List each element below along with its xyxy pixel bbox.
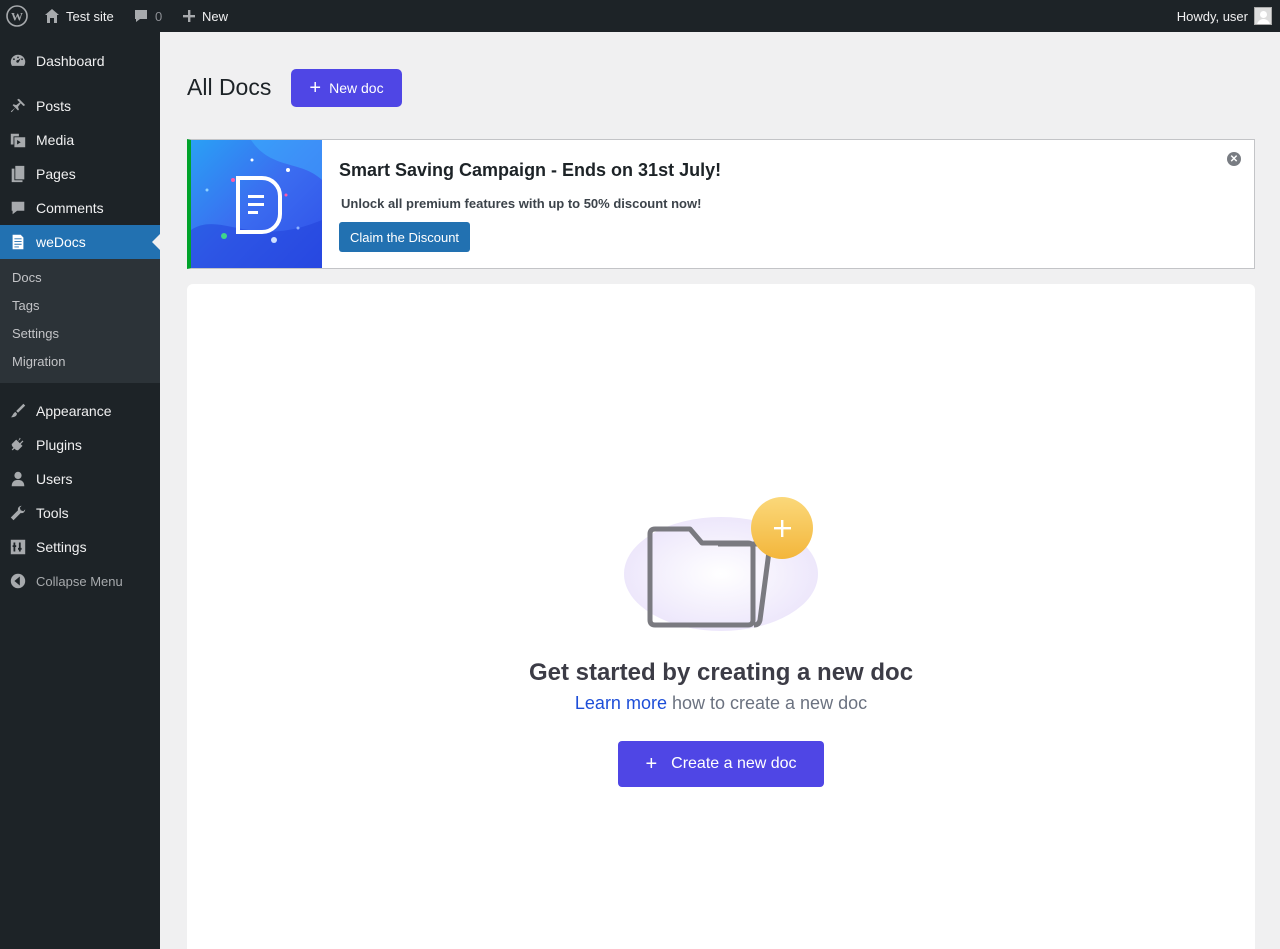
- sidebar-item-appearance[interactable]: Appearance: [0, 394, 160, 428]
- sidebar-item-wedocs[interactable]: weDocs: [0, 225, 160, 259]
- submenu-item-settings[interactable]: Settings: [12, 326, 59, 341]
- sidebar-item-label: Posts: [36, 98, 72, 114]
- wrench-icon: [0, 504, 36, 522]
- sidebar-item-media[interactable]: Media: [0, 123, 160, 157]
- submenu-item-tags[interactable]: Tags: [12, 298, 39, 313]
- sidebar-item-comments[interactable]: Comments: [0, 191, 160, 225]
- comments-count: 0: [155, 8, 163, 24]
- promo-notice: Smart Saving Campaign - Ends on 31st Jul…: [187, 139, 1255, 269]
- promo-image: [191, 140, 322, 268]
- new-doc-button[interactable]: + New doc: [291, 69, 402, 107]
- account-menu[interactable]: Howdy, user: [1177, 0, 1272, 32]
- site-name: Test site: [66, 8, 114, 24]
- sidebar-item-label: Appearance: [36, 403, 112, 419]
- create-new-doc-label: Create a new doc: [671, 755, 797, 772]
- submenu-item-docs[interactable]: Docs: [12, 270, 42, 285]
- site-name-link[interactable]: Test site: [44, 0, 114, 32]
- svg-text:W: W: [11, 10, 23, 24]
- page-title: All Docs: [187, 74, 272, 100]
- wordpress-logo-icon[interactable]: W: [6, 0, 28, 32]
- sidebar-item-dashboard[interactable]: Dashboard: [0, 44, 160, 78]
- dismiss-notice-icon[interactable]: ✕: [1227, 152, 1241, 166]
- sidebar-item-label: Comments: [36, 200, 104, 216]
- user-icon: [0, 470, 36, 488]
- sidebar-item-label: Tools: [36, 505, 69, 521]
- sidebar-item-label: Collapse Menu: [36, 573, 123, 589]
- notice-title: Smart Saving Campaign - Ends on 31st Jul…: [339, 160, 722, 180]
- empty-state-subtext: Learn more how to create a new doc: [187, 693, 1255, 714]
- sidebar-item-pages[interactable]: Pages: [0, 157, 160, 191]
- plug-icon: [0, 436, 36, 454]
- docs-card: Get started by creating a new doc Learn …: [187, 284, 1255, 949]
- sidebar-item-label: Media: [36, 132, 75, 148]
- new-doc-label: New doc: [329, 80, 384, 96]
- sidebar-item-tools[interactable]: Tools: [0, 496, 160, 530]
- create-new-doc-button[interactable]: + Create a new doc: [618, 741, 824, 787]
- empty-state-subtext-rest: how to create a new doc: [666, 693, 868, 713]
- sidebar-item-plugins[interactable]: Plugins: [0, 428, 160, 462]
- sidebar-item-label: Pages: [36, 166, 76, 182]
- notice-text: Unlock all premium features with up to 5…: [341, 196, 702, 211]
- sidebar-item-label: Settings: [36, 539, 87, 555]
- collapse-menu-button[interactable]: Collapse Menu: [0, 564, 160, 598]
- new-content-link[interactable]: New: [182, 0, 228, 32]
- learn-more-link[interactable]: Learn more: [575, 693, 667, 713]
- new-label: New: [202, 8, 229, 24]
- comment-icon: [135, 10, 147, 22]
- greeting: Howdy, user: [1176, 8, 1248, 24]
- sidebar-item-label: Dashboard: [36, 53, 105, 69]
- plus-icon: +: [645, 752, 658, 775]
- home-icon: [45, 9, 59, 23]
- collapse-icon: [0, 572, 36, 590]
- sidebar-item-users[interactable]: Users: [0, 462, 160, 496]
- sidebar-item-label: weDocs: [36, 234, 86, 250]
- sidebar-item-settings[interactable]: Settings: [0, 530, 160, 564]
- comment-icon: [0, 199, 36, 217]
- sidebar-item-posts[interactable]: Posts: [0, 89, 160, 123]
- brush-icon: [0, 402, 36, 420]
- wedocs-submenu: Docs Tags Settings Migration: [0, 259, 160, 383]
- avatar: [1254, 7, 1272, 25]
- admin-sidebar: Dashboard Posts Media Pages Comments weD…: [0, 32, 160, 949]
- empty-state-heading: Get started by creating a new doc: [528, 659, 914, 686]
- empty-folder-illustration: [623, 494, 823, 634]
- plus-icon: [183, 10, 195, 22]
- dashboard-icon: [0, 52, 36, 70]
- pages-icon: [0, 165, 36, 183]
- plus-icon: +: [309, 77, 322, 99]
- comments-link[interactable]: 0: [133, 0, 162, 32]
- claim-discount-button[interactable]: Claim the Discount: [339, 222, 470, 252]
- pushpin-icon: [0, 97, 36, 115]
- document-icon: [0, 233, 36, 251]
- media-icon: [0, 131, 36, 149]
- sidebar-item-label: Plugins: [36, 437, 82, 453]
- settings-icon: [0, 538, 36, 556]
- sidebar-item-label: Users: [36, 471, 73, 487]
- submenu-item-migration[interactable]: Migration: [12, 354, 65, 369]
- admin-bar: W Test site 0 New Howdy, user: [0, 0, 1280, 32]
